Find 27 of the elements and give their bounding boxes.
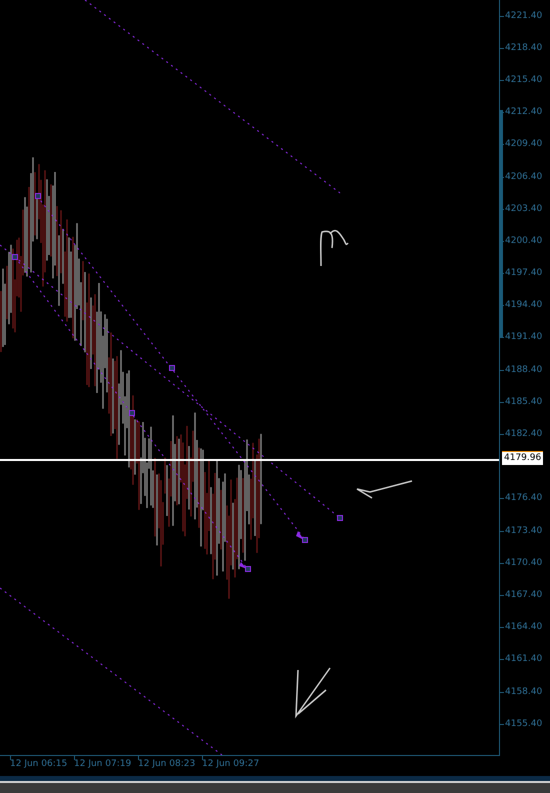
price-label: 4176.40 bbox=[505, 494, 542, 504]
price-label: 4209.40 bbox=[505, 140, 542, 150]
price-label: 4155.40 bbox=[505, 720, 542, 729]
time-label: 12 Jun 09:27 bbox=[202, 760, 260, 769]
price-label: 4215.40 bbox=[505, 76, 542, 85]
time-label: 12 Jun 08:23 bbox=[138, 760, 196, 769]
price-label: 4170.40 bbox=[505, 558, 542, 568]
current-price-label: 4179.96 bbox=[502, 450, 544, 465]
price-label: 4221.40 bbox=[505, 12, 542, 21]
price-label: 4182.40 bbox=[505, 430, 542, 440]
price-label: 4194.40 bbox=[505, 301, 542, 310]
time-label: 12 Jun 06:15 bbox=[10, 760, 68, 769]
price-label: 4191.40 bbox=[505, 333, 542, 342]
price-label: 4161.40 bbox=[505, 655, 542, 664]
price-label: 4203.40 bbox=[505, 204, 542, 214]
price-label: 4200.40 bbox=[505, 236, 542, 246]
time-label: 12 Jun 07:19 bbox=[74, 760, 132, 769]
price-label: 4173.40 bbox=[505, 526, 542, 536]
price-label: 4167.40 bbox=[505, 590, 542, 600]
price-label: 4188.40 bbox=[505, 366, 542, 375]
price-label: 4158.40 bbox=[505, 688, 542, 697]
price-label: 4185.40 bbox=[505, 398, 542, 407]
price-label: 4197.40 bbox=[505, 269, 542, 278]
price-label: 4164.40 bbox=[505, 623, 542, 632]
price-label: 4212.40 bbox=[505, 108, 542, 118]
price-label: 4218.40 bbox=[505, 44, 542, 53]
price-label: 4206.40 bbox=[505, 172, 542, 182]
